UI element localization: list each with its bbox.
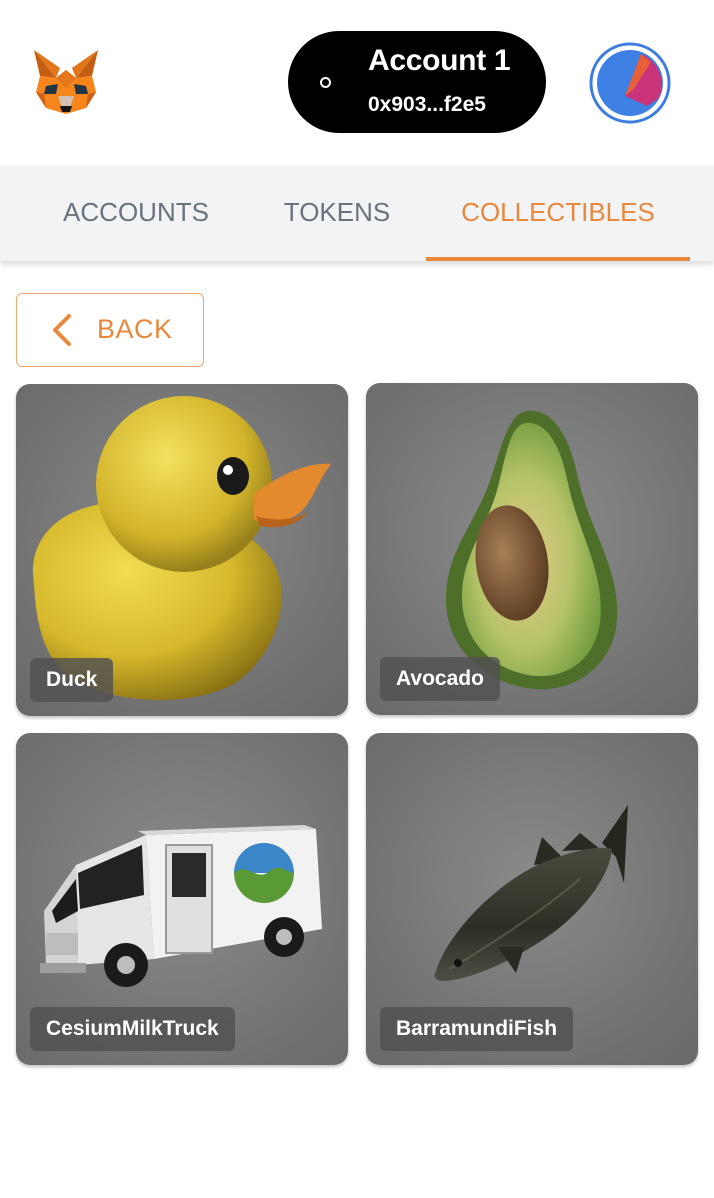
collectible-name: Duck [30, 658, 114, 702]
collectible-card-avocado[interactable]: Avocado [366, 383, 698, 715]
account-address: 0x903...f2e5 [368, 93, 486, 116]
collectible-name: CesiumMilkTruck [30, 1007, 235, 1051]
account-name: Account 1 [368, 44, 511, 77]
collectible-name: Avocado [380, 657, 500, 701]
identicon-avatar[interactable] [589, 42, 671, 124]
collectible-card-duck[interactable]: Duck [16, 384, 348, 716]
wallet-screen: Account 1 0x903...f2e5 ACCOUNTS TOKENS C… [0, 0, 714, 1198]
tab-collectibles[interactable]: COLLECTIBLES [426, 165, 690, 261]
back-button[interactable]: BACK [16, 293, 204, 367]
back-button-label: BACK [97, 314, 173, 344]
collectible-name: BarramundiFish [380, 1007, 574, 1051]
tab-bar: ACCOUNTS TOKENS COLLECTIBLES [0, 165, 714, 261]
chevron-left-icon [53, 314, 71, 346]
collectible-card-cesiummilktruck[interactable]: CesiumMilkTruck [16, 733, 348, 1065]
header: Account 1 0x903...f2e5 [0, 0, 714, 165]
metamask-fox-icon [34, 50, 98, 114]
collectible-card-barramundifish[interactable]: BarramundiFish [366, 733, 698, 1065]
tab-tokens[interactable]: TOKENS [262, 165, 412, 261]
connection-status-icon [320, 77, 331, 88]
tab-accounts[interactable]: ACCOUNTS [36, 165, 236, 261]
account-selector-button[interactable]: Account 1 0x903...f2e5 [288, 31, 546, 133]
